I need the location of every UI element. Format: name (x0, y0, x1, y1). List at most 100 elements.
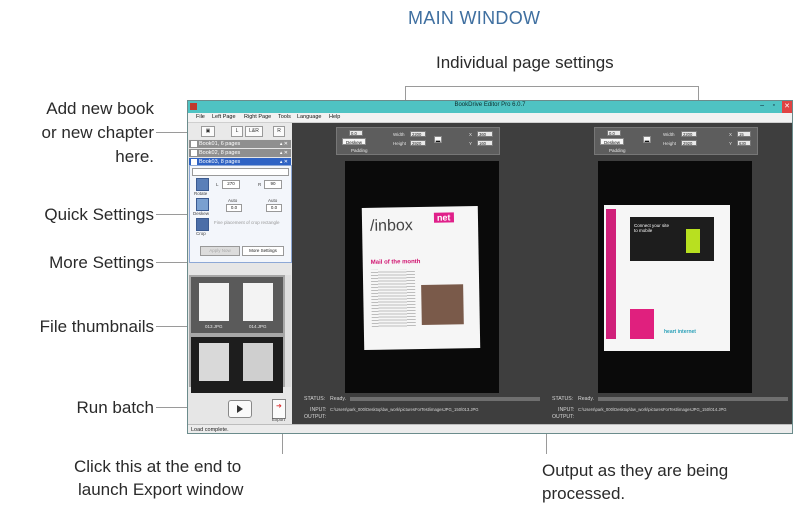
menu-help[interactable]: Help (329, 114, 340, 120)
r-label: R (258, 182, 262, 187)
left-link-button[interactable]: ▬ (434, 136, 442, 143)
quick-settings-panel: Rotate L 270 R 90 Deskew Auto 0.0 Auto 0… (189, 165, 292, 263)
thumbnail-label-right: 014.JPG (249, 324, 267, 329)
run-batch-button[interactable] (228, 400, 252, 418)
status-bar: Load complete. (188, 424, 792, 433)
callout-output-line2: processed. (542, 484, 626, 503)
book-controls-icon[interactable]: ▴ ✕ (280, 149, 288, 157)
add-book-icon: ▣ (205, 128, 211, 134)
auto-label-2: Auto (268, 198, 278, 203)
deskew-icon[interactable] (196, 198, 209, 211)
l-rotate-select[interactable]: 270 (222, 180, 240, 189)
right-x-field[interactable]: 15 (737, 131, 751, 137)
more-settings-button[interactable]: More Settings (242, 246, 284, 256)
thumbnail-right[interactable] (243, 343, 273, 381)
left-angle-field[interactable]: 0.0 (349, 130, 363, 136)
thumbnail-left[interactable] (199, 343, 229, 381)
thumbnail-right[interactable] (243, 283, 273, 321)
book-item-2[interactable]: Book02, 8 pages ▴ ✕ (189, 149, 291, 157)
left-width-field[interactable]: 2200 (410, 131, 426, 137)
left-y-field[interactable]: 160 (477, 140, 493, 146)
left-magazine-photo (421, 284, 464, 325)
thumbnail-group[interactable]: 013.JPG 014.JPG (191, 277, 283, 333)
left-y-label: Y (469, 141, 473, 146)
book-item-1[interactable]: Book01, 6 pages ▴ ✕ (189, 140, 291, 148)
left-right-button[interactable]: L&R (245, 126, 263, 137)
right-status-value: Ready. (578, 396, 595, 402)
menu-left-page[interactable]: Left Page (212, 114, 236, 120)
thumbnail-scrollbar[interactable] (285, 275, 291, 387)
export-icon: ➜ (276, 403, 282, 410)
crop-icon[interactable] (196, 218, 209, 231)
add-book-button[interactable]: ▣ (201, 126, 215, 137)
r-rotate-select[interactable]: 90 (264, 180, 282, 189)
preset-dropdown[interactable] (192, 168, 289, 176)
right-progress-bar (598, 397, 788, 401)
rotate-icon[interactable] (196, 178, 209, 191)
right-link-button[interactable]: ▬ (643, 136, 651, 143)
left-panel: ▣ L L&R R Book01, 6 pages ▴ ✕ Book02, 8 p… (188, 123, 292, 425)
dial-1[interactable]: 0.0 (226, 204, 242, 212)
title-bar: BookDrive Editor Pro 6.0.7 – ▫ ✕ (188, 101, 792, 113)
right-button[interactable]: R (273, 126, 285, 137)
menu-language[interactable]: Language (297, 114, 321, 120)
thumbnail-label-left: 013.JPG (205, 324, 223, 329)
callout-output-line1: Output as they are being (542, 461, 729, 480)
close-icon[interactable]: ✕ (782, 101, 792, 113)
left-padding-label[interactable]: Padding (351, 148, 368, 153)
menu-file[interactable]: File (196, 114, 205, 120)
right-y-field[interactable]: 630 (737, 140, 751, 146)
right-angle-field[interactable]: 0.0 (607, 130, 621, 136)
right-magazine-sidebar (606, 209, 616, 339)
book-checkbox[interactable] (191, 140, 197, 147)
l-label: L (216, 182, 219, 187)
dial-2[interactable]: 0.0 (266, 204, 282, 212)
right-magazine-pink-box (630, 309, 654, 339)
left-magazine-title: /inbox (369, 217, 413, 235)
left-x-field[interactable]: 360 (477, 131, 493, 137)
left-deskew-button[interactable]: Deskew (342, 138, 366, 145)
left-height-field[interactable]: 2920 (410, 140, 426, 146)
right-magazine-brand: heart internet (664, 329, 696, 335)
page-heading: MAIN WINDOW (408, 8, 541, 28)
right-page-preview: Connect your site to mobile heart intern… (598, 161, 752, 393)
right-x-label: X (729, 132, 733, 137)
callout-quick-settings: Quick Settings (44, 205, 154, 224)
status-bar-text: Load complete. (191, 427, 229, 433)
right-magazine-phone (686, 229, 700, 253)
left-status-value: Ready. (330, 396, 347, 402)
left-progress-bar (350, 397, 540, 401)
right-padding-label[interactable]: Padding (609, 148, 626, 153)
thumbnail-group[interactable] (191, 337, 283, 393)
book-checkbox[interactable] (191, 149, 197, 156)
deskew-label: Deskew (193, 211, 210, 216)
thumbnail-left[interactable] (199, 283, 229, 321)
book-checkbox[interactable] (191, 158, 197, 165)
left-height-label: Height (393, 141, 407, 146)
minimize-icon[interactable]: – (760, 102, 764, 109)
maximize-icon[interactable]: ▫ (773, 102, 775, 109)
fine-placement-label: Fine placement of crop rectangle (214, 220, 280, 225)
apply-now-button[interactable]: Apply Now (200, 246, 240, 256)
book-controls-icon[interactable]: ▴ ✕ (280, 140, 288, 148)
left-magazine-brand: net (433, 212, 454, 223)
callout-export-line2: launch Export window (78, 480, 244, 499)
callout-add-book-line3: here. (115, 147, 154, 166)
left-magazine-subtitle: Mail of the month (370, 259, 421, 266)
callout-individual-settings: Individual page settings (436, 53, 614, 72)
right-height-field[interactable]: 2920 (681, 140, 697, 146)
right-deskew-button[interactable]: Deskew (600, 138, 624, 145)
left-status-label: STATUS: (304, 396, 326, 402)
menu-tools[interactable]: Tools (278, 114, 291, 120)
left-input-path: C:\Users\park_000\Desktop\bw_work\pictur… (330, 407, 479, 412)
right-y-label: Y (729, 141, 733, 146)
right-magazine-text: Connect your site to mobile (634, 223, 670, 233)
right-width-field[interactable]: 2200 (681, 131, 697, 137)
callout-export-line1: Click this at the end to (74, 457, 242, 476)
callout-add-book-line2: or new chapter (41, 123, 154, 142)
left-magazine-page: /inbox net Mail of the month (361, 205, 481, 351)
left-button[interactable]: L (231, 126, 243, 137)
export-button[interactable]: ➜ (272, 399, 286, 419)
menu-right-page[interactable]: Right Page (244, 114, 271, 120)
window-title: BookDrive Editor Pro 6.0.7 (454, 102, 526, 108)
